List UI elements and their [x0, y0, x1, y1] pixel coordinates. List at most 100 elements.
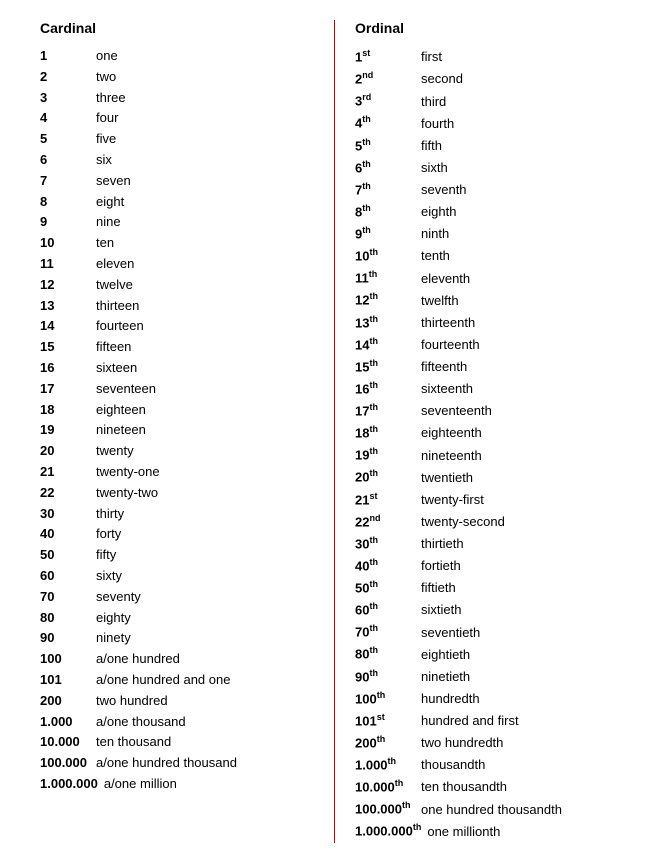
ordinal-word: ninth: [421, 224, 449, 245]
ordinal-row: 40thfortieth: [355, 555, 629, 577]
ordinal-row: 101sthundred and first: [355, 710, 629, 732]
cardinal-row: 6six: [40, 150, 314, 171]
cardinal-word: forty: [96, 524, 121, 545]
ordinal-row: 12th twelfth: [355, 289, 629, 311]
ordinal-word: thirtieth: [421, 534, 464, 555]
ordinal-word: ninetieth: [421, 667, 470, 688]
cardinal-number: 13: [40, 296, 90, 317]
ordinal-row: 1.000ththousandth: [355, 754, 629, 776]
cardinal-row: 50fifty: [40, 545, 314, 566]
ordinal-number: 5th: [355, 135, 415, 157]
ordinal-suffix: th: [362, 225, 371, 235]
ordinal-row: 8theighth: [355, 201, 629, 223]
cardinal-word: fourteen: [96, 316, 144, 337]
cardinal-number: 60: [40, 566, 90, 587]
ordinal-row: 9thninth: [355, 223, 629, 245]
cardinal-word: thirteen: [96, 296, 139, 317]
cardinal-word: two: [96, 67, 116, 88]
cardinal-word: fifteen: [96, 337, 131, 358]
ordinal-row: 14thfourteenth: [355, 334, 629, 356]
ordinal-suffix: th: [402, 800, 411, 810]
ordinal-suffix: th: [388, 756, 397, 766]
cardinal-word: four: [96, 108, 118, 129]
cardinal-number: 100.000: [40, 753, 90, 774]
ordinal-number: 80th: [355, 643, 415, 665]
cardinal-word: ninety: [96, 628, 131, 649]
cardinal-number: 80: [40, 608, 90, 629]
ordinal-number: 1.000th: [355, 754, 415, 776]
ordinal-suffix: th: [395, 778, 404, 788]
ordinal-word: twelfth: [421, 291, 459, 312]
ordinal-row: 100.000thone hundred thousandth: [355, 798, 629, 820]
cardinal-word: twenty-one: [96, 462, 160, 483]
ordinal-suffix: th: [362, 203, 371, 213]
cardinal-row: 8eight: [40, 192, 314, 213]
cardinal-number: 12: [40, 275, 90, 296]
cardinal-row: 30thirty: [40, 504, 314, 525]
cardinal-word: a/one thousand: [96, 712, 186, 733]
cardinal-word: five: [96, 129, 116, 150]
cardinal-word: six: [96, 150, 112, 171]
cardinal-row: 60sixty: [40, 566, 314, 587]
cardinal-number: 40: [40, 524, 90, 545]
ordinal-row: 70thseventieth: [355, 621, 629, 643]
cardinal-number: 9: [40, 212, 90, 233]
cardinal-number: 22: [40, 483, 90, 504]
ordinal-suffix: th: [362, 159, 371, 169]
ordinal-number: 3rd: [355, 90, 415, 112]
cardinal-word: three: [96, 88, 126, 109]
ordinal-number: 11th: [355, 267, 415, 289]
ordinal-word: twenty-first: [421, 490, 484, 511]
ordinal-word: ten thousandth: [421, 777, 507, 798]
ordinal-word: sixtieth: [421, 600, 461, 621]
cardinal-word: a/one hundred and one: [96, 670, 230, 691]
ordinal-suffix: th: [369, 247, 378, 257]
ordinal-suffix: th: [362, 181, 371, 191]
ordinal-list: 1stfirst2ndsecond3rdthird4thfourth5thfif…: [355, 46, 629, 843]
ordinal-word: one hundred thousandth: [421, 800, 562, 821]
ordinal-suffix: th: [369, 424, 378, 434]
cardinal-row: 20twenty: [40, 441, 314, 462]
ordinal-row: 19thnineteenth: [355, 444, 629, 466]
ordinal-row: 200thtwo hundredth: [355, 732, 629, 754]
cardinal-number: 17: [40, 379, 90, 400]
ordinal-word: fourth: [421, 114, 454, 135]
ordinal-row: 17thseventeenth: [355, 400, 629, 422]
ordinal-row: 6thsixth: [355, 157, 629, 179]
ordinal-word: second: [421, 69, 463, 90]
ordinal-column: Ordinal 1stfirst2ndsecond3rdthird4thfour…: [335, 20, 639, 843]
ordinal-word: tenth: [421, 246, 450, 267]
ordinal-number: 50th: [355, 577, 415, 599]
cardinal-number: 10.000: [40, 732, 90, 753]
ordinal-number: 12th: [355, 289, 415, 311]
ordinal-row: 18theighteenth: [355, 422, 629, 444]
cardinal-number: 19: [40, 420, 90, 441]
cardinal-row: 18eighteen: [40, 400, 314, 421]
cardinal-row: 14fourteen: [40, 316, 314, 337]
ordinal-suffix: nd: [369, 513, 380, 523]
cardinal-word: eighty: [96, 608, 131, 629]
ordinal-suffix: th: [377, 734, 386, 744]
ordinal-word: twentieth: [421, 468, 473, 489]
cardinal-word: seven: [96, 171, 131, 192]
ordinal-number: 10.000th: [355, 776, 415, 798]
ordinal-word: two hundredth: [421, 733, 503, 754]
cardinal-row: 101a/one hundred and one: [40, 670, 314, 691]
ordinal-row: 90th ninetieth: [355, 666, 629, 688]
cardinal-row: 3three: [40, 88, 314, 109]
ordinal-suffix: th: [377, 690, 386, 700]
ordinal-suffix: th: [369, 446, 378, 456]
cardinal-word: two hundred: [96, 691, 168, 712]
cardinal-number: 1: [40, 46, 90, 67]
cardinal-row: 15fifteen: [40, 337, 314, 358]
ordinal-number: 13th: [355, 312, 415, 334]
ordinal-row: 22ndtwenty-second: [355, 511, 629, 533]
cardinal-word: sixteen: [96, 358, 137, 379]
cardinal-word: ten: [96, 233, 114, 254]
cardinal-row: 7seven: [40, 171, 314, 192]
ordinal-word: sixteenth: [421, 379, 473, 400]
ordinal-number: 6th: [355, 157, 415, 179]
ordinal-suffix: st: [369, 491, 377, 501]
ordinal-number: 21st: [355, 489, 415, 511]
ordinal-number: 90th: [355, 666, 415, 688]
